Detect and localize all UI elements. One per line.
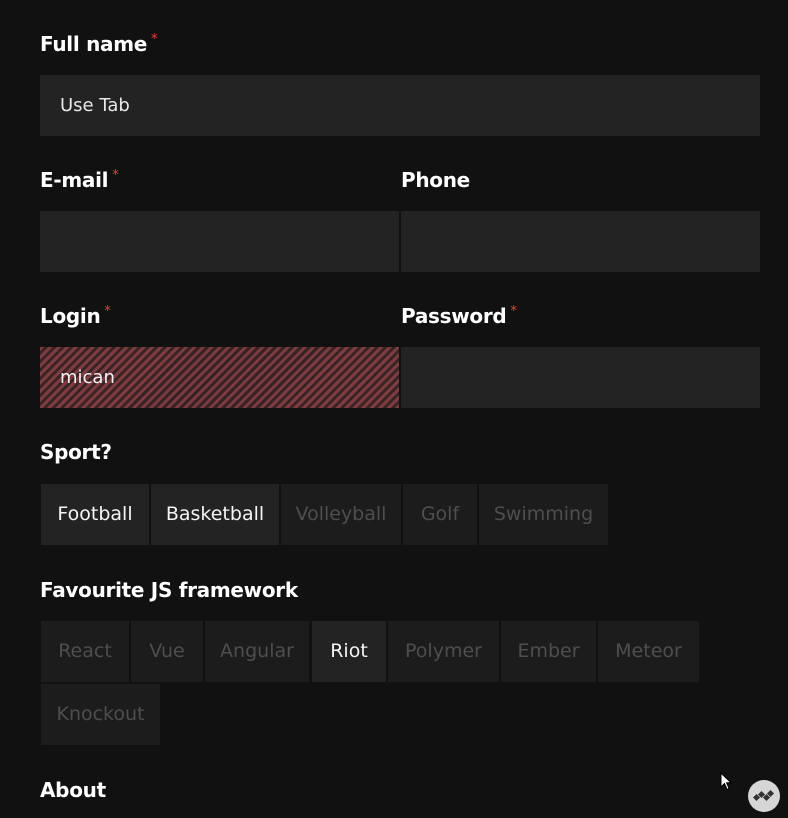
framework-option-vue[interactable]: Vue <box>131 621 203 682</box>
framework-option-knockout[interactable]: Knockout <box>41 684 160 745</box>
framework-option-polymer[interactable]: Polymer <box>388 621 499 682</box>
required-marker: * <box>104 304 111 319</box>
sport-option-football[interactable]: Football <box>41 484 149 545</box>
required-marker: * <box>510 304 517 319</box>
framework-option-react[interactable]: React <box>41 621 129 682</box>
mouse-cursor-icon <box>720 772 732 791</box>
full-name-input[interactable]: Use Tab <box>40 75 760 136</box>
login-label: Login * <box>40 304 111 328</box>
framework-option-angular[interactable]: Angular <box>205 621 309 682</box>
required-marker: * <box>151 32 158 47</box>
sport-option-swimming[interactable]: Swimming <box>479 484 608 545</box>
password-input[interactable] <box>401 347 760 408</box>
framework-option-ember[interactable]: Ember <box>501 621 596 682</box>
sport-option-volleyball[interactable]: Volleyball <box>281 484 401 545</box>
app-logo-icon[interactable] <box>748 780 780 812</box>
phone-input[interactable] <box>401 211 760 272</box>
framework-option-riot[interactable]: Riot <box>312 621 386 682</box>
framework-option-meteor[interactable]: Meteor <box>598 621 699 682</box>
about-label: About <box>40 778 106 802</box>
full-name-value: Use Tab <box>60 95 130 116</box>
login-value: mican <box>60 367 115 388</box>
sport-label: Sport? <box>40 440 112 464</box>
password-label: Password * <box>401 304 517 328</box>
email-input[interactable] <box>40 211 399 272</box>
required-marker: * <box>112 168 119 183</box>
email-label: E-mail * <box>40 168 119 192</box>
sport-option-golf[interactable]: Golf <box>403 484 477 545</box>
framework-label: Favourite JS framework <box>40 578 298 602</box>
full-name-label: Full name * <box>40 32 158 56</box>
phone-label: Phone <box>401 168 470 192</box>
sport-option-basketball[interactable]: Basketball <box>151 484 279 545</box>
login-input[interactable]: mican <box>40 347 399 408</box>
